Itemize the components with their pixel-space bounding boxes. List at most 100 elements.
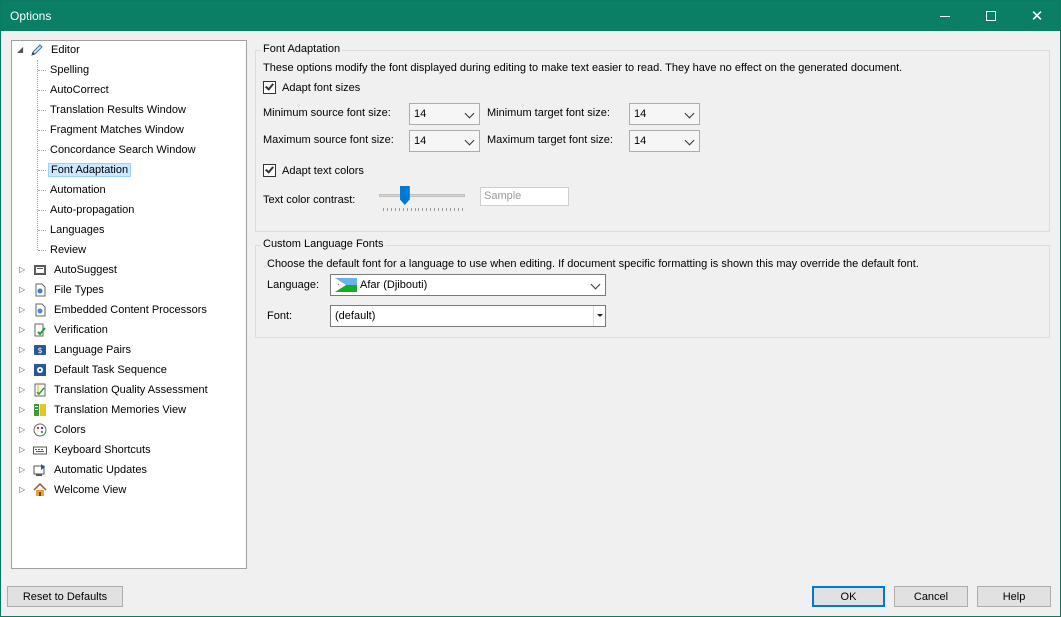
language-pairs-icon: $ <box>33 343 47 357</box>
tree-item-autosuggest[interactable]: AutoSuggest <box>33 261 119 279</box>
max-source-size-select[interactable]: 14 <box>409 130 480 152</box>
expand-icon[interactable]: ▷ <box>19 466 27 474</box>
tree-item-label: Verification <box>54 324 108 336</box>
tree-item-file-types[interactable]: File Types <box>33 281 106 299</box>
custom-fonts-title: Custom Language Fonts <box>261 238 386 250</box>
options-tree[interactable]: ◢ Editor Spelling AutoCorrect Translation … <box>11 40 247 569</box>
maximize-button[interactable] <box>968 1 1014 31</box>
font-select[interactable]: (default) <box>330 305 606 327</box>
tree-item-verification[interactable]: Verification <box>33 321 110 339</box>
reset-to-defaults-button[interactable]: Reset to Defaults <box>7 586 123 607</box>
chevron-down-icon <box>684 108 695 119</box>
tree-guide-line <box>38 150 46 151</box>
expand-icon[interactable]: ▷ <box>19 346 27 354</box>
chevron-down-icon <box>464 135 475 146</box>
embedded-content-icon <box>33 303 47 317</box>
collapse-icon[interactable]: ◢ <box>17 46 25 54</box>
minimize-button[interactable] <box>922 1 968 31</box>
tree-item-label: File Types <box>54 284 104 296</box>
tree-item-label: Translation Memories View <box>54 404 187 416</box>
tree-item-label: AutoCorrect <box>50 84 109 96</box>
tree-item-concordance-search-window[interactable]: Concordance Search Window <box>48 141 198 159</box>
tree-item-welcome-view[interactable]: Welcome View <box>33 481 128 499</box>
dropdown-arrow-icon[interactable] <box>593 306 605 326</box>
tree-item-label: Colors <box>54 424 86 436</box>
tree-item-default-task-sequence[interactable]: Default Task Sequence <box>33 361 169 379</box>
min-target-size-select[interactable]: 14 <box>629 103 700 125</box>
tree-item-label: Languages <box>50 224 105 236</box>
tree-item-auto-propagation[interactable]: Auto-propagation <box>48 201 136 219</box>
tree-item-label: Embedded Content Processors <box>54 304 207 316</box>
tree-item-language-pairs[interactable]: $ Language Pairs <box>33 341 133 359</box>
expand-icon[interactable]: ▷ <box>19 446 27 454</box>
adapt-text-colors-label: Adapt text colors <box>282 165 364 177</box>
tree-item-label: Fragment Matches Window <box>50 124 184 136</box>
translation-memories-icon <box>33 403 47 417</box>
pencil-icon <box>30 43 44 57</box>
tree-guide-line <box>38 110 46 111</box>
expand-icon[interactable]: ▷ <box>19 306 27 314</box>
tree-item-translation-results-window[interactable]: Translation Results Window <box>48 101 188 119</box>
tree-item-autocorrect[interactable]: AutoCorrect <box>48 81 111 99</box>
tree-item-languages[interactable]: Languages <box>48 221 106 239</box>
expand-icon[interactable]: ▷ <box>19 326 27 334</box>
text-color-contrast-label: Text color contrast: <box>263 194 356 206</box>
tree-item-automation[interactable]: Automation <box>48 181 108 199</box>
tree-guide-line <box>38 70 46 71</box>
expand-icon[interactable]: ▷ <box>19 406 27 414</box>
tree-item-label: Concordance Search Window <box>50 144 196 156</box>
tree-guide-line <box>38 250 46 251</box>
max-target-size-select[interactable]: 14 <box>629 130 700 152</box>
expand-icon[interactable]: ▷ <box>19 426 27 434</box>
quality-assessment-icon <box>33 383 47 397</box>
tree-item-colors[interactable]: Colors <box>33 421 88 439</box>
max-source-size-value: 14 <box>414 135 427 147</box>
tree-item-editor[interactable]: ◢ Editor <box>17 41 82 59</box>
keyboard-icon <box>33 443 47 457</box>
contrast-slider-track[interactable] <box>379 194 465 197</box>
tree-guide-line <box>38 170 46 171</box>
expand-icon[interactable]: ▷ <box>19 366 27 374</box>
title-bar: Options ✕ <box>1 1 1060 31</box>
max-target-label: Maximum target font size: <box>487 134 613 146</box>
ok-button[interactable]: OK <box>812 586 885 607</box>
home-icon <box>33 482 47 497</box>
expand-icon[interactable]: ▷ <box>19 286 27 294</box>
updates-icon <box>33 463 47 477</box>
expand-icon[interactable]: ▷ <box>19 386 27 394</box>
expand-icon[interactable]: ▷ <box>19 486 27 494</box>
tree-guide-line <box>38 210 46 211</box>
language-value: Afar (Djibouti) <box>360 279 428 291</box>
tree-item-review[interactable]: Review <box>48 241 88 259</box>
autosuggest-icon <box>33 263 47 277</box>
checkmark-icon <box>265 164 274 174</box>
min-source-size-value: 14 <box>414 108 427 120</box>
tree-item-embedded-content-processors[interactable]: Embedded Content Processors <box>33 301 209 319</box>
help-button[interactable]: Help <box>977 586 1051 607</box>
tree-item-label: Spelling <box>50 64 90 76</box>
tree-item-label: Language Pairs <box>54 344 132 356</box>
cancel-button[interactable]: Cancel <box>894 586 968 607</box>
font-adaptation-title: Font Adaptation <box>261 43 343 55</box>
adapt-text-colors-checkbox[interactable] <box>263 164 276 177</box>
min-source-size-select[interactable]: 14 <box>409 103 480 125</box>
tree-guide-line <box>38 190 46 191</box>
verification-icon <box>33 323 47 337</box>
language-select[interactable]: Afar (Djibouti) <box>330 274 606 296</box>
tree-item-automatic-updates[interactable]: Automatic Updates <box>33 461 149 479</box>
close-button[interactable]: ✕ <box>1014 1 1060 31</box>
tree-item-translation-memories-view[interactable]: Translation Memories View <box>33 401 188 419</box>
tree-item-keyboard-shortcuts[interactable]: Keyboard Shortcuts <box>33 441 153 459</box>
tree-item-fragment-matches-window[interactable]: Fragment Matches Window <box>48 121 186 139</box>
font-value: (default) <box>335 310 376 322</box>
expand-icon[interactable]: ▷ <box>19 266 27 274</box>
custom-fonts-description: Choose the default font for a language t… <box>267 258 919 270</box>
tree-item-label: Automation <box>50 184 106 196</box>
tree-item-label: Welcome View <box>54 484 127 496</box>
tree-item-translation-quality-assessment[interactable]: Translation Quality Assessment <box>33 381 210 399</box>
tree-item-label: Editor <box>51 44 80 56</box>
tree-item-font-adaptation[interactable]: Font Adaptation <box>48 161 132 179</box>
tree-item-spelling[interactable]: Spelling <box>48 61 91 79</box>
checkmark-icon <box>265 81 274 91</box>
adapt-font-sizes-checkbox[interactable] <box>263 81 276 94</box>
